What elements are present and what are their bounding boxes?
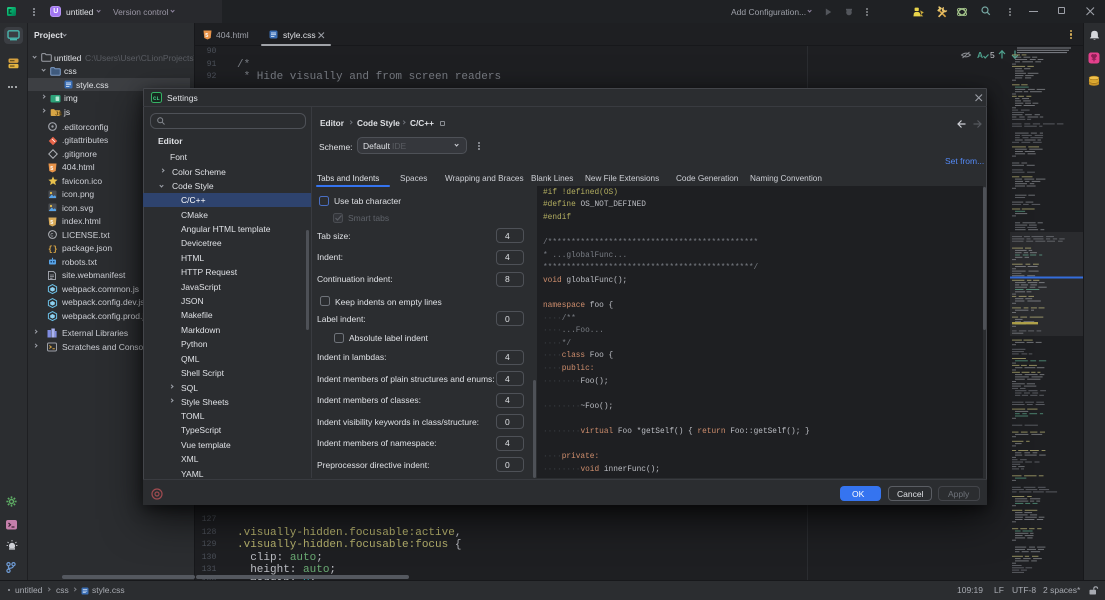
svg-text:5: 5	[205, 32, 208, 38]
svg-text:5: 5	[50, 219, 53, 225]
svg-text:CL: CL	[153, 95, 160, 102]
svg-text:JS: JS	[55, 111, 62, 117]
svg-text:c: c	[50, 233, 53, 239]
svg-text:{}: {}	[48, 245, 58, 254]
svg-text:5: 5	[50, 165, 53, 171]
